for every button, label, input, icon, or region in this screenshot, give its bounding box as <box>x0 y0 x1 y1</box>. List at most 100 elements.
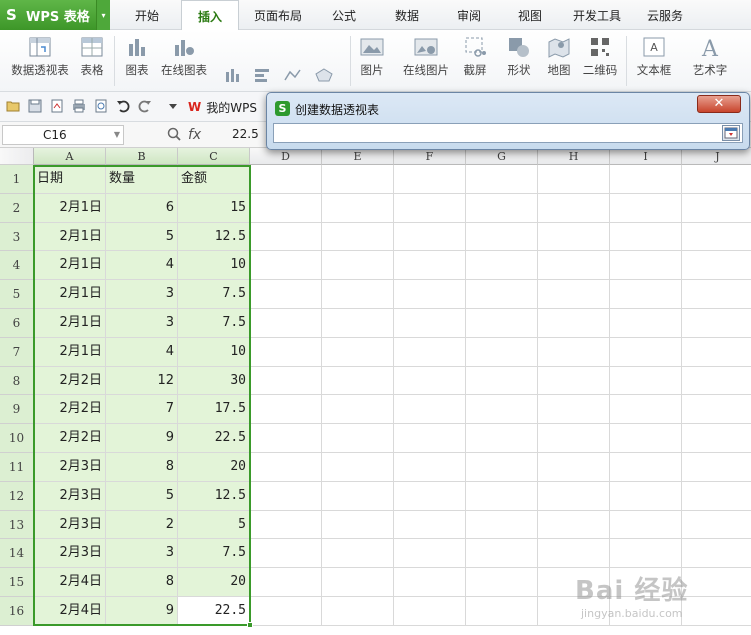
cell-b13[interactable]: 2 <box>106 510 178 540</box>
cell-a2[interactable]: 2月1日 <box>34 193 106 223</box>
grid-cell[interactable] <box>682 165 751 194</box>
cell-a10[interactable]: 2月2日 <box>34 424 106 453</box>
grid-cell[interactable] <box>538 539 610 569</box>
cell-b12[interactable]: 5 <box>106 481 178 511</box>
grid-cell[interactable] <box>682 223 751 252</box>
grid-cell[interactable] <box>394 193 466 223</box>
grid-cell[interactable] <box>250 539 322 569</box>
insert-function-button[interactable]: fx <box>188 127 201 143</box>
cell-c11[interactable]: 20 <box>178 453 250 482</box>
grid-cell[interactable] <box>466 337 538 367</box>
cell-b16[interactable]: 9 <box>106 597 178 626</box>
grid-cell[interactable] <box>538 193 610 223</box>
cell-b10[interactable]: 9 <box>106 424 178 453</box>
online-chart-button[interactable]: 在线图表 <box>158 34 210 88</box>
grid-cell[interactable] <box>250 597 322 626</box>
grid-cell[interactable] <box>322 568 394 597</box>
cell-c3[interactable]: 12.5 <box>178 222 250 252</box>
chart-button[interactable]: 图表 <box>122 34 152 88</box>
cell-c7[interactable]: 10 <box>178 337 250 367</box>
pivot-table-button[interactable]: 数据透视表 <box>8 34 72 88</box>
grid-cell[interactable] <box>394 165 466 194</box>
cell-a11[interactable]: 2月3日 <box>34 453 106 482</box>
column-header-f[interactable]: F <box>394 148 466 165</box>
undo-icon[interactable] <box>116 99 130 113</box>
cell-a5[interactable]: 2月1日 <box>34 280 106 309</box>
tab-home[interactable]: 开始 <box>118 0 176 30</box>
close-button[interactable]: ✕ <box>697 95 741 113</box>
column-header-b[interactable]: B <box>106 148 178 165</box>
my-wps-tab[interactable]: W 我的WPS <box>188 98 257 116</box>
row-header[interactable]: 7 <box>0 337 34 367</box>
row-header[interactable]: 12 <box>0 481 34 511</box>
column-header-g[interactable]: G <box>466 148 538 165</box>
app-menu-button[interactable]: S WPS 表格 ▾ <box>0 0 110 30</box>
column-header-h[interactable]: H <box>538 148 610 165</box>
grid-cell[interactable] <box>538 481 610 511</box>
grid-cell[interactable] <box>322 481 394 511</box>
picture-button[interactable]: 图片 <box>356 34 388 88</box>
grid-cell[interactable] <box>610 539 682 569</box>
cell-a6[interactable]: 2月1日 <box>34 309 106 338</box>
cell-c16[interactable]: 22.5 <box>178 597 250 626</box>
grid-cell[interactable] <box>250 481 322 511</box>
grid-cell[interactable] <box>394 597 466 626</box>
cell-a14[interactable]: 2月3日 <box>34 539 106 569</box>
grid-cell[interactable] <box>250 337 322 367</box>
cell-b3[interactable]: 5 <box>106 222 178 252</box>
grid-cell[interactable] <box>322 337 394 367</box>
grid-cell[interactable] <box>610 337 682 367</box>
chevron-down-icon[interactable]: ▼ <box>114 126 120 144</box>
grid-cell[interactable] <box>466 395 538 425</box>
row-header[interactable]: 8 <box>0 366 34 396</box>
cell-a9[interactable]: 2月2日 <box>34 395 106 425</box>
print-icon[interactable] <box>72 99 86 113</box>
grid-cell[interactable] <box>394 424 466 453</box>
tab-data[interactable]: 数据 <box>380 0 434 30</box>
grid-cell[interactable] <box>610 222 682 252</box>
grid-cell[interactable] <box>538 453 610 482</box>
formula-input[interactable]: 22.5 <box>232 127 259 141</box>
tab-insert[interactable]: 插入 <box>181 0 239 31</box>
tab-view[interactable]: 视图 <box>503 0 557 30</box>
grid-cell[interactable] <box>250 251 322 281</box>
chevron-down-icon[interactable] <box>166 99 180 113</box>
grid-cell[interactable] <box>682 338 751 367</box>
print-preview-icon[interactable] <box>94 99 108 113</box>
grid-cell[interactable] <box>322 366 394 396</box>
row-header[interactable]: 16 <box>0 597 34 626</box>
row-header[interactable]: 15 <box>0 568 34 597</box>
tab-review[interactable]: 审阅 <box>442 0 496 30</box>
grid-cell[interactable] <box>322 193 394 223</box>
grid-cell[interactable] <box>394 510 466 540</box>
chevron-down-icon[interactable]: ▾ <box>96 0 110 30</box>
shape-button[interactable]: 形状 <box>500 34 538 88</box>
grid-cell[interactable] <box>250 222 322 252</box>
cell-c9[interactable]: 17.5 <box>178 395 250 425</box>
grid-cell[interactable] <box>250 453 322 482</box>
grid-cell[interactable] <box>394 309 466 338</box>
save-icon[interactable] <box>28 99 42 113</box>
grid-cell[interactable] <box>466 539 538 569</box>
grid-cell[interactable] <box>322 424 394 453</box>
qrcode-button[interactable]: 二维码 <box>580 34 620 88</box>
column-header-i[interactable]: I <box>610 148 682 165</box>
grid-cell[interactable] <box>322 280 394 309</box>
cell-b7[interactable]: 4 <box>106 337 178 367</box>
cell-c12[interactable]: 12.5 <box>178 481 250 511</box>
cell-c5[interactable]: 7.5 <box>178 280 250 309</box>
row-header[interactable]: 5 <box>0 280 34 309</box>
textbox-button[interactable]: A 文本框 <box>632 34 676 88</box>
name-box[interactable]: C16 ▼ <box>2 125 124 145</box>
grid-cell[interactable] <box>682 482 751 511</box>
grid-cell[interactable] <box>250 309 322 338</box>
grid-cell[interactable] <box>250 395 322 425</box>
grid-cell[interactable] <box>682 511 751 540</box>
row-header[interactable]: 14 <box>0 539 34 569</box>
grid-cell[interactable] <box>466 193 538 223</box>
cell-c14[interactable]: 7.5 <box>178 539 250 569</box>
grid-cell[interactable] <box>610 309 682 338</box>
grid-cell[interactable] <box>250 568 322 597</box>
word-art-button[interactable]: A 艺术字 <box>686 34 734 88</box>
grid-cell[interactable] <box>466 597 538 626</box>
